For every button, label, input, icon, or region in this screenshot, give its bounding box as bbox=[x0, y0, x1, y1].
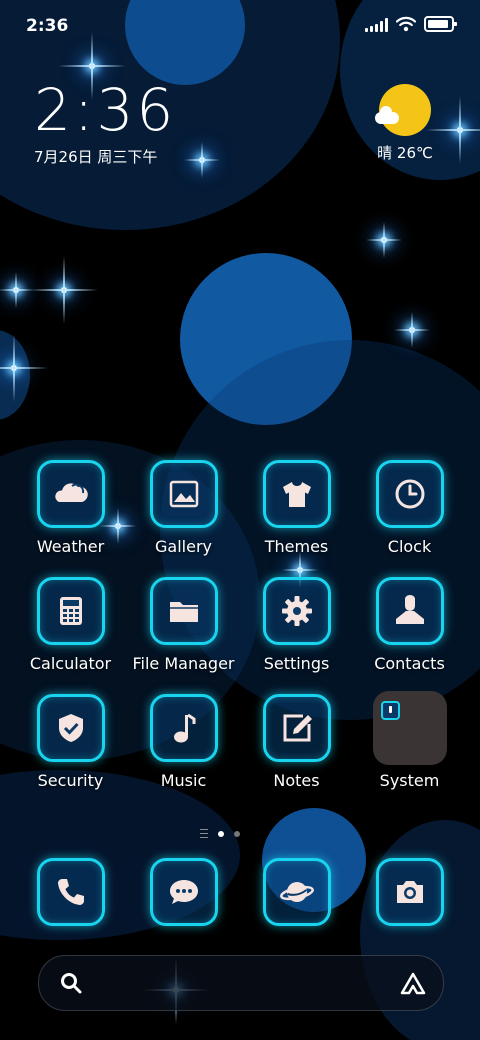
clock-time: 2:36 bbox=[34, 76, 177, 144]
app-label: Contacts bbox=[374, 654, 445, 673]
clock-widget[interactable]: 2:36 7月26日 周三下午 bbox=[34, 80, 176, 167]
sunny-cloud-icon bbox=[375, 84, 431, 136]
app-label: Security bbox=[37, 771, 104, 790]
app-label: Calculator bbox=[29, 654, 112, 673]
weather-text: 晴 26℃ bbox=[377, 144, 433, 162]
folder-icon bbox=[149, 577, 218, 645]
page-indicator-lines-icon bbox=[200, 829, 208, 838]
app-music[interactable]: Music bbox=[127, 694, 240, 790]
app-notes[interactable]: Notes bbox=[240, 694, 353, 790]
app-label: Themes bbox=[264, 537, 329, 556]
app-grid: Weather Gallery Themes Clock Calculator … bbox=[14, 460, 466, 790]
wifi-icon bbox=[396, 16, 416, 32]
clock-icon bbox=[375, 460, 444, 528]
app-label: Gallery bbox=[155, 537, 212, 556]
gear-icon bbox=[262, 577, 331, 645]
status-icons bbox=[365, 16, 457, 32]
person-icon bbox=[375, 577, 444, 645]
dock bbox=[14, 858, 466, 926]
gallery-icon bbox=[149, 460, 218, 528]
folder-preview-icon bbox=[380, 701, 400, 720]
page-dot-active bbox=[218, 830, 224, 837]
app-file-manager[interactable]: File Manager bbox=[127, 577, 240, 673]
app-contacts[interactable]: Contacts bbox=[353, 577, 466, 673]
camera-icon bbox=[375, 858, 444, 926]
app-label: Clock bbox=[387, 537, 432, 556]
app-settings[interactable]: Settings bbox=[240, 577, 353, 673]
app-label: Settings bbox=[263, 654, 330, 673]
status-bar: 2:36 bbox=[0, 0, 480, 50]
dock-browser[interactable] bbox=[240, 858, 353, 926]
phone-icon bbox=[36, 858, 105, 926]
app-clock[interactable]: Clock bbox=[353, 460, 466, 556]
weather-widget[interactable]: 晴 26℃ bbox=[365, 84, 445, 163]
clock-date: 7月26日 周三下午 bbox=[34, 148, 158, 166]
tshirt-icon bbox=[262, 460, 331, 528]
search-icon[interactable] bbox=[59, 971, 83, 995]
page-dot bbox=[234, 830, 240, 837]
assistant-icon[interactable] bbox=[399, 971, 427, 997]
calculator-icon bbox=[36, 577, 105, 645]
status-time: 2:36 bbox=[26, 16, 69, 36]
folder-icon bbox=[372, 691, 447, 765]
signal-icon bbox=[365, 18, 388, 32]
app-themes[interactable]: Themes bbox=[240, 460, 353, 556]
app-label: Weather bbox=[36, 537, 105, 556]
app-weather[interactable]: Weather bbox=[14, 460, 127, 556]
battery-icon bbox=[424, 16, 457, 32]
app-gallery[interactable]: Gallery bbox=[127, 460, 240, 556]
app-calculator[interactable]: Calculator bbox=[14, 577, 127, 673]
app-label: Music bbox=[160, 771, 207, 790]
message-icon bbox=[149, 858, 218, 926]
shield-icon bbox=[36, 694, 105, 762]
music-note-icon bbox=[149, 694, 218, 762]
dock-messages[interactable] bbox=[127, 858, 240, 926]
app-label: File Manager bbox=[132, 654, 235, 673]
page-indicator[interactable] bbox=[200, 829, 240, 838]
search-bar[interactable] bbox=[38, 955, 444, 1011]
app-security[interactable]: Security bbox=[14, 694, 127, 790]
app-label: Notes bbox=[273, 771, 320, 790]
weather-icon bbox=[36, 460, 105, 528]
planet-icon bbox=[262, 858, 331, 926]
app-label: System bbox=[379, 771, 440, 790]
dock-camera[interactable] bbox=[353, 858, 466, 926]
dock-phone[interactable] bbox=[14, 858, 127, 926]
edit-icon bbox=[262, 694, 331, 762]
app-system-folder[interactable]: System bbox=[353, 691, 466, 790]
